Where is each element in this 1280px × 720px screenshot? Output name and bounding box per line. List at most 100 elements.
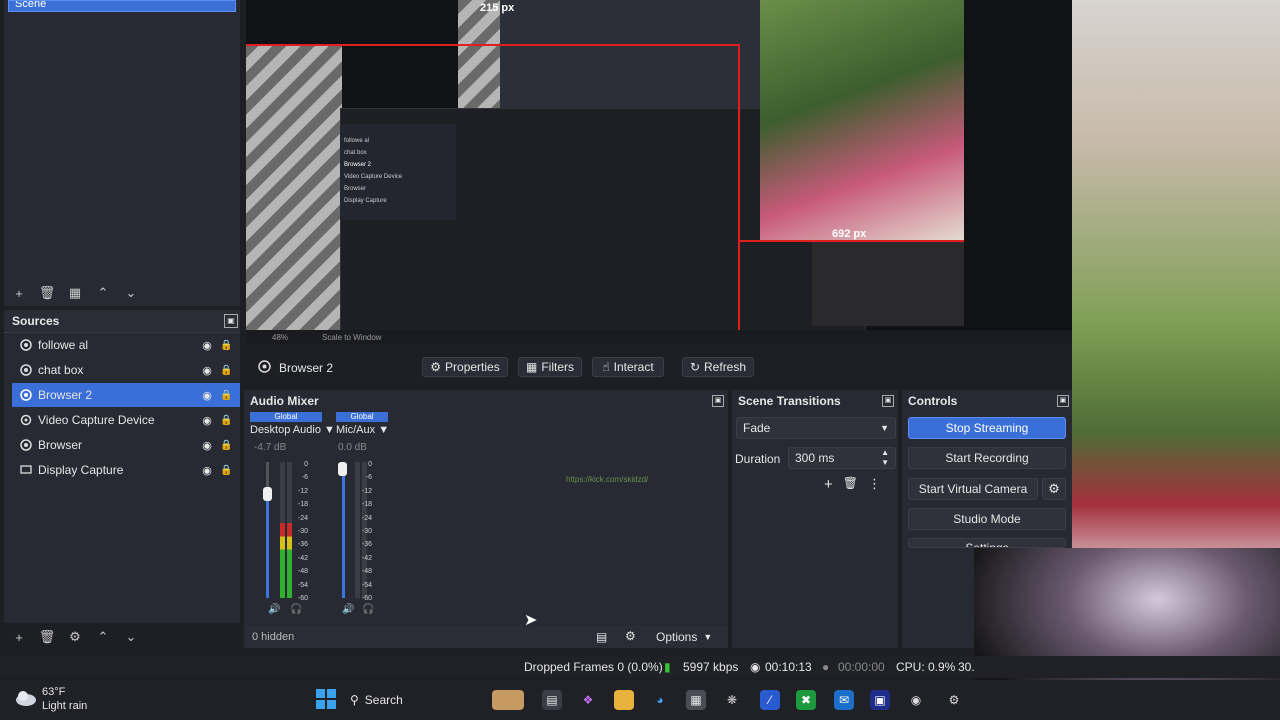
scene-filter-icon[interactable]: ▦ [66, 284, 84, 302]
nested-source-label: Display Capture [344, 198, 387, 204]
add-transition-icon[interactable]: + [824, 476, 833, 493]
sources-float-icon[interactable]: ▣ [224, 314, 238, 328]
lock-icon[interactable]: 🔒 [220, 340, 232, 351]
lock-icon[interactable]: 🔒 [220, 440, 232, 451]
edge-icon[interactable]: ◕ [650, 690, 670, 710]
db-tick-label: -24 [361, 514, 372, 522]
settings-button[interactable]: Settings [908, 538, 1066, 548]
eye-icon[interactable]: ◉ [200, 364, 214, 377]
sources-list: followe al ◉ 🔒 chat box ◉ 🔒 Browser 2 ◉ … [4, 333, 240, 623]
nested-source-label: Browser [344, 186, 367, 192]
layout-icon[interactable]: ▤ [596, 630, 607, 644]
remove-source-icon[interactable]: 🗑 [38, 628, 56, 646]
move-up-icon[interactable]: ⌃ [94, 284, 112, 302]
channel-db: 0.0 dB [338, 442, 367, 453]
chevron-down-icon: ▼ [703, 632, 713, 642]
taskbar-search[interactable]: ⚲ Search [350, 688, 403, 712]
zoom-level[interactable]: 48% [272, 333, 288, 342]
source-row-browser[interactable]: Browser ◉ 🔒 [12, 433, 240, 457]
move-down-icon[interactable]: ⌄ [122, 284, 140, 302]
preview-empty-region [246, 44, 342, 330]
transition-select[interactable]: Fade ▼ [736, 417, 896, 439]
eye-icon[interactable]: ◉ [200, 389, 214, 402]
source-row-browser-2[interactable]: Browser 2 ◉ 🔒 [12, 383, 240, 407]
watermark-text: https://kick.com/skidzd/ [566, 475, 649, 484]
weather-cloud-icon[interactable] [14, 688, 38, 708]
add-source-icon[interactable]: + [10, 628, 28, 646]
headphones-icon[interactable]: 🎧 [362, 604, 374, 615]
speaker-icon[interactable]: 🔊 [342, 604, 354, 615]
file-explorer-icon[interactable] [614, 690, 634, 710]
app-window-icon[interactable]: ▣ [870, 690, 890, 710]
mic-fader-track[interactable] [342, 462, 345, 598]
obs-icon[interactable]: ◉ [906, 690, 926, 710]
measure-label-top: 215 px [480, 2, 515, 14]
db-tick-label: -12 [297, 487, 308, 495]
eye-icon[interactable]: ◉ [200, 414, 214, 427]
move-down-icon[interactable]: ⌄ [122, 628, 140, 646]
store-icon[interactable]: ▦ [686, 690, 706, 710]
channel-name-desktop-audio[interactable]: Desktop Audio ▼ [250, 424, 335, 436]
windows-start-icon[interactable] [316, 689, 336, 709]
source-row-video-capture-device[interactable]: Video Capture Device ◉ 🔒 [12, 408, 240, 432]
headphones-icon[interactable]: 🎧 [290, 604, 302, 615]
stop-streaming-button[interactable]: Stop Streaming [908, 417, 1066, 439]
stream-time: 00:10:13 [765, 660, 812, 674]
bitrate: 5997 kbps [683, 660, 739, 674]
lock-icon[interactable]: 🔒 [220, 390, 232, 401]
nested-source-label: followe al [344, 138, 370, 144]
fps: 30. [958, 660, 975, 674]
guide-line-horizontal [738, 240, 964, 242]
options-button[interactable]: Options ▼ [656, 630, 712, 644]
more-icon[interactable]: ⋮ [868, 476, 881, 493]
start-virtual-camera-button[interactable]: Start Virtual Camera [908, 478, 1038, 500]
app-icon[interactable]: ⁄ [760, 690, 780, 710]
add-scene-icon[interactable]: + [10, 284, 28, 302]
scene-item-selected[interactable]: Scene [8, 0, 236, 12]
channel-name-mic-aux[interactable]: Mic/Aux ▼ [336, 424, 389, 436]
channel-global-tag: Global [336, 412, 388, 422]
chevron-down-icon: ▼ [378, 424, 390, 436]
outlook-icon[interactable]: ✉ [834, 690, 854, 710]
source-label: Browser [38, 438, 83, 452]
speaker-icon[interactable]: 🔊 [268, 604, 280, 615]
eye-icon[interactable]: ◉ [200, 439, 214, 452]
spinner-icon[interactable]: ▲ ▼ [881, 448, 889, 468]
mic-fader-knob[interactable] [338, 462, 347, 476]
chatgpt-icon[interactable]: ❋ [722, 690, 742, 710]
duration-input[interactable]: 300 ms ▲ ▼ [788, 447, 896, 469]
studio-mode-button[interactable]: Studio Mode [908, 508, 1066, 530]
food-widget-icon[interactable] [492, 690, 524, 710]
filters-button[interactable]: ▦ Filters [518, 357, 582, 377]
source-settings-icon[interactable]: ⚙ [66, 628, 84, 646]
source-row-display-capture[interactable]: Display Capture ◉ 🔒 [12, 458, 240, 482]
remove-scene-icon[interactable]: 🗑 [38, 284, 56, 302]
source-row-followe-al[interactable]: followe al ◉ 🔒 [12, 333, 240, 357]
mixer-float-icon[interactable]: ▣ [712, 395, 724, 407]
task-view-icon[interactable]: ▤ [542, 690, 562, 710]
eye-icon[interactable]: ◉ [200, 464, 214, 477]
gear-icon: ⚙ [430, 360, 442, 374]
eye-icon[interactable]: ◉ [200, 339, 214, 352]
lock-icon[interactable]: 🔒 [220, 465, 232, 476]
start-recording-button[interactable]: Start Recording [908, 447, 1066, 469]
xbox-icon[interactable]: ✖ [796, 690, 816, 710]
mixer-settings-icon[interactable]: ⚙ [625, 629, 636, 643]
remove-transition-icon[interactable]: 🗑 [843, 476, 858, 493]
scale-mode[interactable]: Scale to Window [322, 333, 382, 342]
settings-gear-icon[interactable]: ⚙ [944, 690, 964, 710]
lock-icon[interactable]: 🔒 [220, 365, 232, 376]
transitions-float-icon[interactable]: ▣ [882, 395, 894, 407]
source-row-chat-box[interactable]: chat box ◉ 🔒 [12, 358, 240, 382]
refresh-button[interactable]: ↻ Refresh [682, 357, 754, 377]
properties-button[interactable]: ⚙ Properties [422, 357, 508, 377]
desktop-fader-knob[interactable] [263, 487, 272, 501]
interact-button[interactable]: ☝ Interact [592, 357, 664, 377]
source-name-label: Browser 2 [279, 361, 334, 375]
move-up-icon[interactable]: ⌃ [94, 628, 112, 646]
controls-float-icon[interactable]: ▣ [1057, 395, 1069, 407]
copilot-icon[interactable]: ❖ [578, 690, 598, 710]
virtual-camera-settings-icon[interactable]: ⚙ [1042, 478, 1066, 500]
lock-icon[interactable]: 🔒 [220, 415, 232, 426]
stream-status-icon: ◉ [750, 660, 761, 674]
